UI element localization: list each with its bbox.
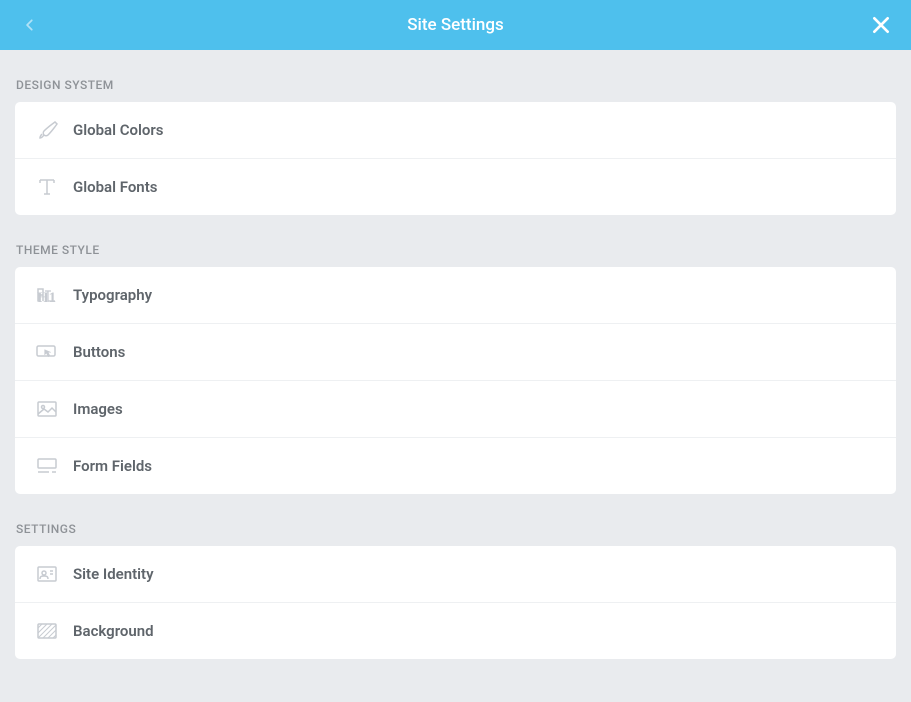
settings-list: Site Identity Background	[15, 546, 896, 659]
list-item-label: Form Fields	[73, 457, 152, 475]
back-button[interactable]	[18, 13, 42, 37]
chevron-left-icon	[23, 15, 37, 35]
list-item-label: Buttons	[73, 343, 125, 361]
form-icon	[35, 454, 59, 478]
svg-text:H1: H1	[37, 290, 56, 306]
list-item-label: Global Fonts	[73, 178, 157, 196]
page-title: Site Settings	[42, 15, 869, 35]
background-icon	[35, 619, 59, 643]
list-item-label: Typography	[73, 286, 152, 304]
close-button[interactable]	[869, 13, 893, 37]
section-header-settings: SETTINGS	[0, 494, 911, 546]
list-item-global-colors[interactable]: Global Colors	[15, 102, 896, 159]
list-item-images[interactable]: Images	[15, 381, 896, 438]
list-item-label: Site Identity	[73, 565, 154, 583]
design-system-list: Global Colors Global Fonts	[15, 102, 896, 215]
identity-icon	[35, 562, 59, 586]
list-item-label: Images	[73, 400, 123, 418]
brush-icon	[35, 118, 59, 142]
list-item-label: Background	[73, 622, 154, 640]
theme-style-list: H1 Typography Buttons Ima	[15, 267, 896, 494]
content: DESIGN SYSTEM Global Colors Global Fonts…	[0, 50, 911, 659]
text-icon	[35, 175, 59, 199]
image-icon	[35, 397, 59, 421]
list-item-label: Global Colors	[73, 121, 164, 139]
header: Site Settings	[0, 0, 911, 50]
list-item-form-fields[interactable]: Form Fields	[15, 438, 896, 494]
list-item-background[interactable]: Background	[15, 603, 896, 659]
close-icon	[871, 15, 891, 35]
section-header-theme-style: THEME STYLE	[0, 215, 911, 267]
button-icon	[35, 340, 59, 364]
list-item-global-fonts[interactable]: Global Fonts	[15, 159, 896, 215]
list-item-buttons[interactable]: Buttons	[15, 324, 896, 381]
list-item-site-identity[interactable]: Site Identity	[15, 546, 896, 603]
list-item-typography[interactable]: H1 Typography	[15, 267, 896, 324]
section-header-design-system: DESIGN SYSTEM	[0, 50, 911, 102]
typography-icon: H1	[35, 283, 59, 307]
